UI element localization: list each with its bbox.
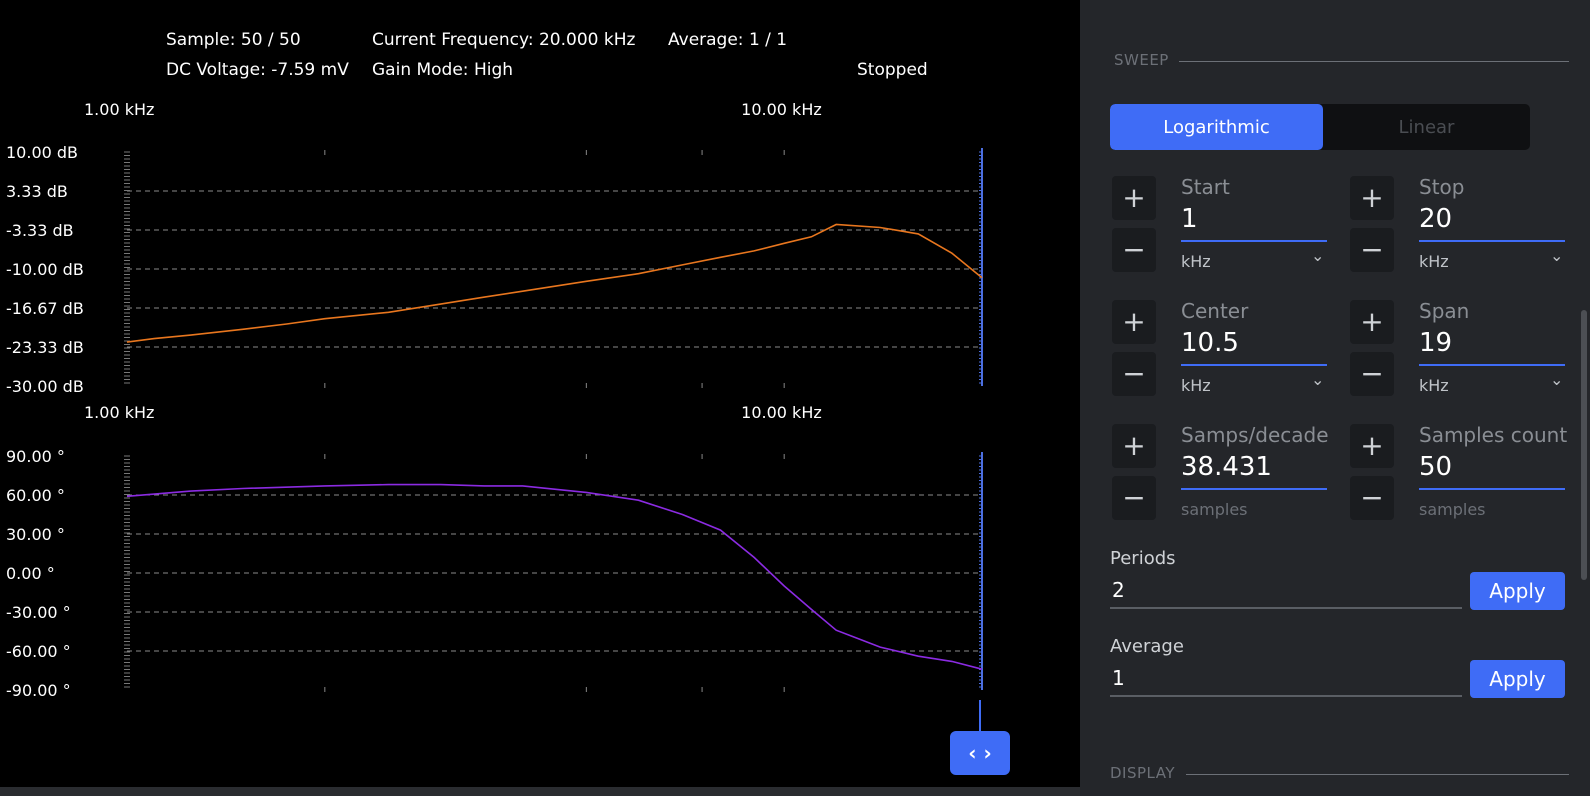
samples-count-unit: samples xyxy=(1419,500,1486,519)
samps-per-decade-input[interactable]: 38.431 xyxy=(1181,452,1272,482)
start-decrement-button[interactable]: − xyxy=(1112,228,1156,272)
start-input-underline xyxy=(1181,240,1327,242)
sweep-section-title: SWEEP xyxy=(1114,51,1169,69)
samps-per-decade-underline xyxy=(1181,488,1327,490)
samps-per-decade-label: Samps/decade xyxy=(1181,423,1329,447)
samples-count-decrement-button[interactable]: − xyxy=(1350,476,1394,520)
samps-per-decade-unit: samples xyxy=(1181,500,1248,519)
stop-input[interactable]: 20 xyxy=(1419,204,1452,234)
start-unit-select[interactable]: kHz xyxy=(1181,252,1211,271)
samples-count-label: Samples count xyxy=(1419,423,1568,447)
stop-input-underline xyxy=(1419,240,1565,242)
average-underline xyxy=(1110,695,1462,697)
chevron-down-icon[interactable]: ⌄ xyxy=(1311,246,1324,265)
start-increment-button[interactable]: + xyxy=(1112,176,1156,220)
sweep-section-divider xyxy=(1179,61,1569,62)
center-input-underline xyxy=(1181,364,1327,366)
code-chevrons-icon[interactable]: ‹ › xyxy=(950,731,1010,775)
phase-y-tick-label: -30.00 ° xyxy=(6,603,71,622)
span-unit-select[interactable]: kHz xyxy=(1419,376,1449,395)
magnitude-y-tick-label: -30.00 dB xyxy=(6,377,84,396)
center-increment-button[interactable]: + xyxy=(1112,300,1156,344)
samps-per-decade-increment-button[interactable]: + xyxy=(1112,424,1156,468)
magnitude-y-tick-label: -23.33 dB xyxy=(6,338,84,357)
display-section-divider xyxy=(1186,774,1569,775)
periods-label: Periods xyxy=(1110,548,1176,569)
chevron-down-icon[interactable]: ⌄ xyxy=(1311,370,1324,389)
sweep-mode-toggle: Logarithmic Linear xyxy=(1110,104,1530,150)
mode-logarithmic-button[interactable]: Logarithmic xyxy=(1110,104,1323,150)
phase-series-line xyxy=(126,483,983,670)
center-unit-select[interactable]: kHz xyxy=(1181,376,1211,395)
stop-decrement-button[interactable]: − xyxy=(1350,228,1394,272)
phase-y-tick-label: -90.00 ° xyxy=(6,681,71,700)
samps-per-decade-decrement-button[interactable]: − xyxy=(1112,476,1156,520)
stop-label: Stop xyxy=(1419,175,1465,199)
periods-apply-button[interactable]: Apply xyxy=(1470,572,1565,610)
bottom-bar xyxy=(0,787,1080,796)
phase-y-tick-label: -60.00 ° xyxy=(6,642,71,661)
start-label: Start xyxy=(1181,175,1230,199)
span-input[interactable]: 19 xyxy=(1419,328,1452,358)
magnitude-y-tick-label: -16.67 dB xyxy=(6,299,84,318)
center-decrement-button[interactable]: − xyxy=(1112,352,1156,396)
phase-x-tick-label: 10.00 kHz xyxy=(741,403,822,422)
magnitude-y-tick-label: -10.00 dB xyxy=(6,260,84,279)
mode-linear-button[interactable]: Linear xyxy=(1323,104,1530,150)
magnitude-y-tick-label: -3.33 dB xyxy=(6,221,74,240)
magnitude-x-tick-label: 10.00 kHz xyxy=(741,100,822,119)
phase-y-tick-label: 0.00 ° xyxy=(6,564,55,583)
phase-y-tick-label: 90.00 ° xyxy=(6,447,65,466)
phase-x-tick-label: 1.00 kHz xyxy=(84,403,154,422)
magnitude-x-tick-label: 1.00 kHz xyxy=(84,100,154,119)
chevron-down-icon[interactable]: ⌄ xyxy=(1550,370,1563,389)
center-input[interactable]: 10.5 xyxy=(1181,328,1239,358)
span-input-underline xyxy=(1419,364,1565,366)
span-label: Span xyxy=(1419,299,1470,323)
samples-count-input[interactable]: 50 xyxy=(1419,452,1452,482)
samples-count-underline xyxy=(1419,488,1565,490)
phase-y-tick-label: 60.00 ° xyxy=(6,486,65,505)
bode-plots: 1.00 kHz 10.00 kHz 10.00 dB 3.33 dB -3.33 dB… xyxy=(6,100,983,700)
panel-scrollbar[interactable] xyxy=(1581,310,1587,580)
magnitude-series-line xyxy=(126,223,983,343)
center-label: Center xyxy=(1181,299,1249,323)
magnitude-y-tick-label: 10.00 dB xyxy=(6,143,78,162)
periods-underline xyxy=(1110,607,1462,609)
magnitude-y-tick-label: 3.33 dB xyxy=(6,182,68,201)
settings-panel: SWEEP Logarithmic Linear + − Start 1 kHz… xyxy=(1080,0,1590,796)
scroll-handle-line xyxy=(979,700,981,732)
periods-input[interactable]: 2 xyxy=(1112,578,1125,602)
display-section-title: DISPLAY xyxy=(1110,764,1176,782)
samples-count-increment-button[interactable]: + xyxy=(1350,424,1394,468)
stop-unit-select[interactable]: kHz xyxy=(1419,252,1449,271)
chevron-down-icon[interactable]: ⌄ xyxy=(1550,246,1563,265)
plot-area: Sample: 50 / 50 Current Frequency: 20.00… xyxy=(0,0,1080,796)
start-input[interactable]: 1 xyxy=(1181,204,1198,234)
span-decrement-button[interactable]: − xyxy=(1350,352,1394,396)
average-label: Average xyxy=(1110,636,1184,657)
stop-increment-button[interactable]: + xyxy=(1350,176,1394,220)
average-input[interactable]: 1 xyxy=(1112,666,1125,690)
average-apply-button[interactable]: Apply xyxy=(1470,660,1565,698)
span-increment-button[interactable]: + xyxy=(1350,300,1394,344)
phase-y-tick-label: 30.00 ° xyxy=(6,525,65,544)
